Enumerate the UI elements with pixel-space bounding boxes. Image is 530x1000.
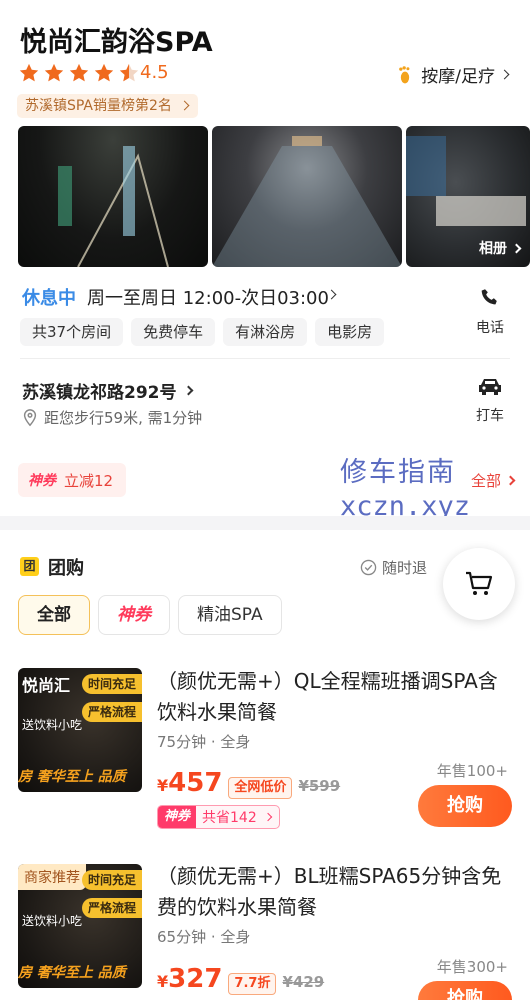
- thumb-label: 时间充足: [81, 674, 142, 694]
- annual-sales: 年售300+: [436, 958, 508, 976]
- store-name: 悦尚汇韵浴SPA: [20, 27, 213, 58]
- deal-meta: 65分钟 · 全身: [157, 928, 251, 946]
- business-hours[interactable]: 周一至周日 12:00-次日03:00: [87, 284, 329, 310]
- deal-title[interactable]: （颜优无需+）BL班糯SPA65分钟含免费的饮料水果简餐: [157, 861, 512, 923]
- merchant-recommend-badge: 商家推荐: [18, 864, 86, 890]
- rank-badge[interactable]: 苏溪镇SPA销量榜第2名: [17, 94, 198, 118]
- chevron-right-icon: [183, 385, 193, 396]
- check-circle-icon: [360, 559, 377, 576]
- category-link[interactable]: 按摩/足疗: [395, 62, 510, 87]
- thumb-slogan: 房 奢华至上 品质: [18, 769, 126, 785]
- facility-tags: 共37个房间 免费停车 有淋浴房 电影房: [20, 318, 385, 346]
- buy-button[interactable]: 抢购: [418, 785, 512, 827]
- album-button[interactable]: 相册: [479, 238, 522, 258]
- deal-thumbnail[interactable]: 商家推荐 时间充足 严格流程 送饮料小吃 房 奢华至上 品质: [18, 864, 142, 988]
- cart-button[interactable]: [443, 548, 515, 620]
- address-text: 苏溪镇龙祁路292号: [22, 383, 177, 403]
- star-icon: [69, 63, 89, 82]
- deal-meta: 75分钟 · 全身: [157, 733, 251, 751]
- buy-button[interactable]: 抢购: [418, 981, 512, 1000]
- half-star-icon: [119, 63, 139, 82]
- thumb-label: 时间充足: [81, 870, 142, 890]
- price-badge: 全网低价: [228, 777, 293, 799]
- coupon-chip[interactable]: 神券 立减12: [18, 463, 126, 497]
- divider: [20, 358, 510, 359]
- coupon-more-label: 全部: [470, 472, 501, 490]
- filter-tab-oil-spa[interactable]: 精油SPA: [178, 595, 282, 635]
- coupon-more-link[interactable]: 全部: [470, 470, 516, 491]
- photo-lobby-image: [58, 146, 169, 267]
- refund-info: 随时退: [360, 557, 427, 578]
- foot-icon: [399, 65, 410, 83]
- business-status: 休息中: [22, 288, 76, 309]
- currency-symbol: ¥: [157, 972, 169, 991]
- facility-tag: 免费停车: [131, 318, 216, 346]
- currency-symbol: ¥: [157, 776, 169, 795]
- original-price: ¥599: [298, 777, 341, 795]
- watermark-line: 修车指南: [340, 457, 456, 488]
- deal-price: 327: [168, 964, 223, 994]
- deal-thumbnail[interactable]: 悦尚汇 时间充足 严格流程 送饮料小吃 房 奢华至上 品质: [18, 668, 142, 792]
- deal-title[interactable]: （颜优无需+）QL全程糯班播调SPA含饮料水果简餐: [157, 666, 512, 728]
- refund-label: 随时退: [382, 559, 428, 577]
- chevron-right-icon: [499, 69, 510, 80]
- deal-price-row: ¥457 全网低价 ¥599: [157, 768, 340, 799]
- rating-score: 4.5: [140, 62, 169, 83]
- group-buy-title: 团购: [48, 558, 84, 579]
- facility-tag: 电影房: [315, 318, 385, 346]
- chevron-right-icon: [505, 475, 516, 486]
- deal-price-row: ¥327 7.7折 ¥429: [157, 964, 324, 995]
- album-label: 相册: [479, 241, 507, 257]
- star-icon: [44, 63, 64, 82]
- thumb-label: 严格流程: [81, 702, 142, 722]
- filter-tab-all[interactable]: 全部: [18, 595, 90, 635]
- phone-label: 电话: [476, 320, 504, 336]
- thumb-brand: 悦尚汇: [22, 676, 71, 695]
- facility-tag: 共37个房间: [20, 318, 124, 346]
- thumb-label: 严格流程: [81, 898, 142, 918]
- group-buy-icon: 团: [20, 557, 39, 576]
- rank-label: 苏溪镇SPA销量榜第2名: [25, 98, 172, 114]
- original-price: ¥429: [282, 973, 325, 991]
- phone-button[interactable]: 电话: [470, 287, 510, 337]
- deal-filter-tabs: 全部 神券 精油SPA: [18, 595, 282, 635]
- thumb-slogan: 房 奢华至上 品质: [18, 965, 126, 981]
- phone-icon: [481, 289, 497, 305]
- facility-tag: 有淋浴房: [223, 318, 308, 346]
- photo-corridor-image: [212, 136, 402, 267]
- chevron-right-icon: [511, 243, 522, 253]
- coupon-text: 立减12: [64, 471, 114, 490]
- thumb-subtitle: 送饮料小吃: [22, 718, 83, 732]
- category-label: 按摩/足疗: [421, 67, 495, 87]
- cart-icon: [466, 571, 493, 595]
- distance-text: 距您步行59米, 需1分钟: [44, 409, 203, 427]
- watermark: 修车指南 xczn.xyz: [340, 456, 470, 524]
- star-icon: [94, 63, 114, 82]
- god-coupon-badge: 神券: [158, 806, 197, 828]
- savings-chip[interactable]: 神券 共省142: [157, 805, 280, 829]
- taxi-button[interactable]: 打车: [470, 375, 510, 425]
- thumb-subtitle: 送饮料小吃: [22, 914, 83, 928]
- rating-stars: [18, 62, 140, 84]
- walk-distance: 距您步行59米, 需1分钟: [22, 407, 202, 428]
- annual-sales: 年售100+: [436, 762, 508, 780]
- star-icon: [19, 63, 39, 82]
- car-icon: [479, 379, 501, 395]
- filter-tab-god-coupon[interactable]: 神券: [98, 595, 170, 635]
- gallery-photo[interactable]: [18, 126, 208, 267]
- deal-price: 457: [168, 768, 223, 798]
- location-pin-icon: [23, 408, 37, 426]
- taxi-label: 打车: [476, 408, 504, 424]
- god-coupon-badge: 神券: [28, 473, 56, 489]
- section-separator: [0, 516, 530, 530]
- chevron-right-icon: [179, 100, 190, 111]
- price-badge: 7.7折: [228, 973, 277, 995]
- gallery-photo[interactable]: [212, 126, 402, 267]
- address-link[interactable]: 苏溪镇龙祁路292号: [22, 378, 193, 403]
